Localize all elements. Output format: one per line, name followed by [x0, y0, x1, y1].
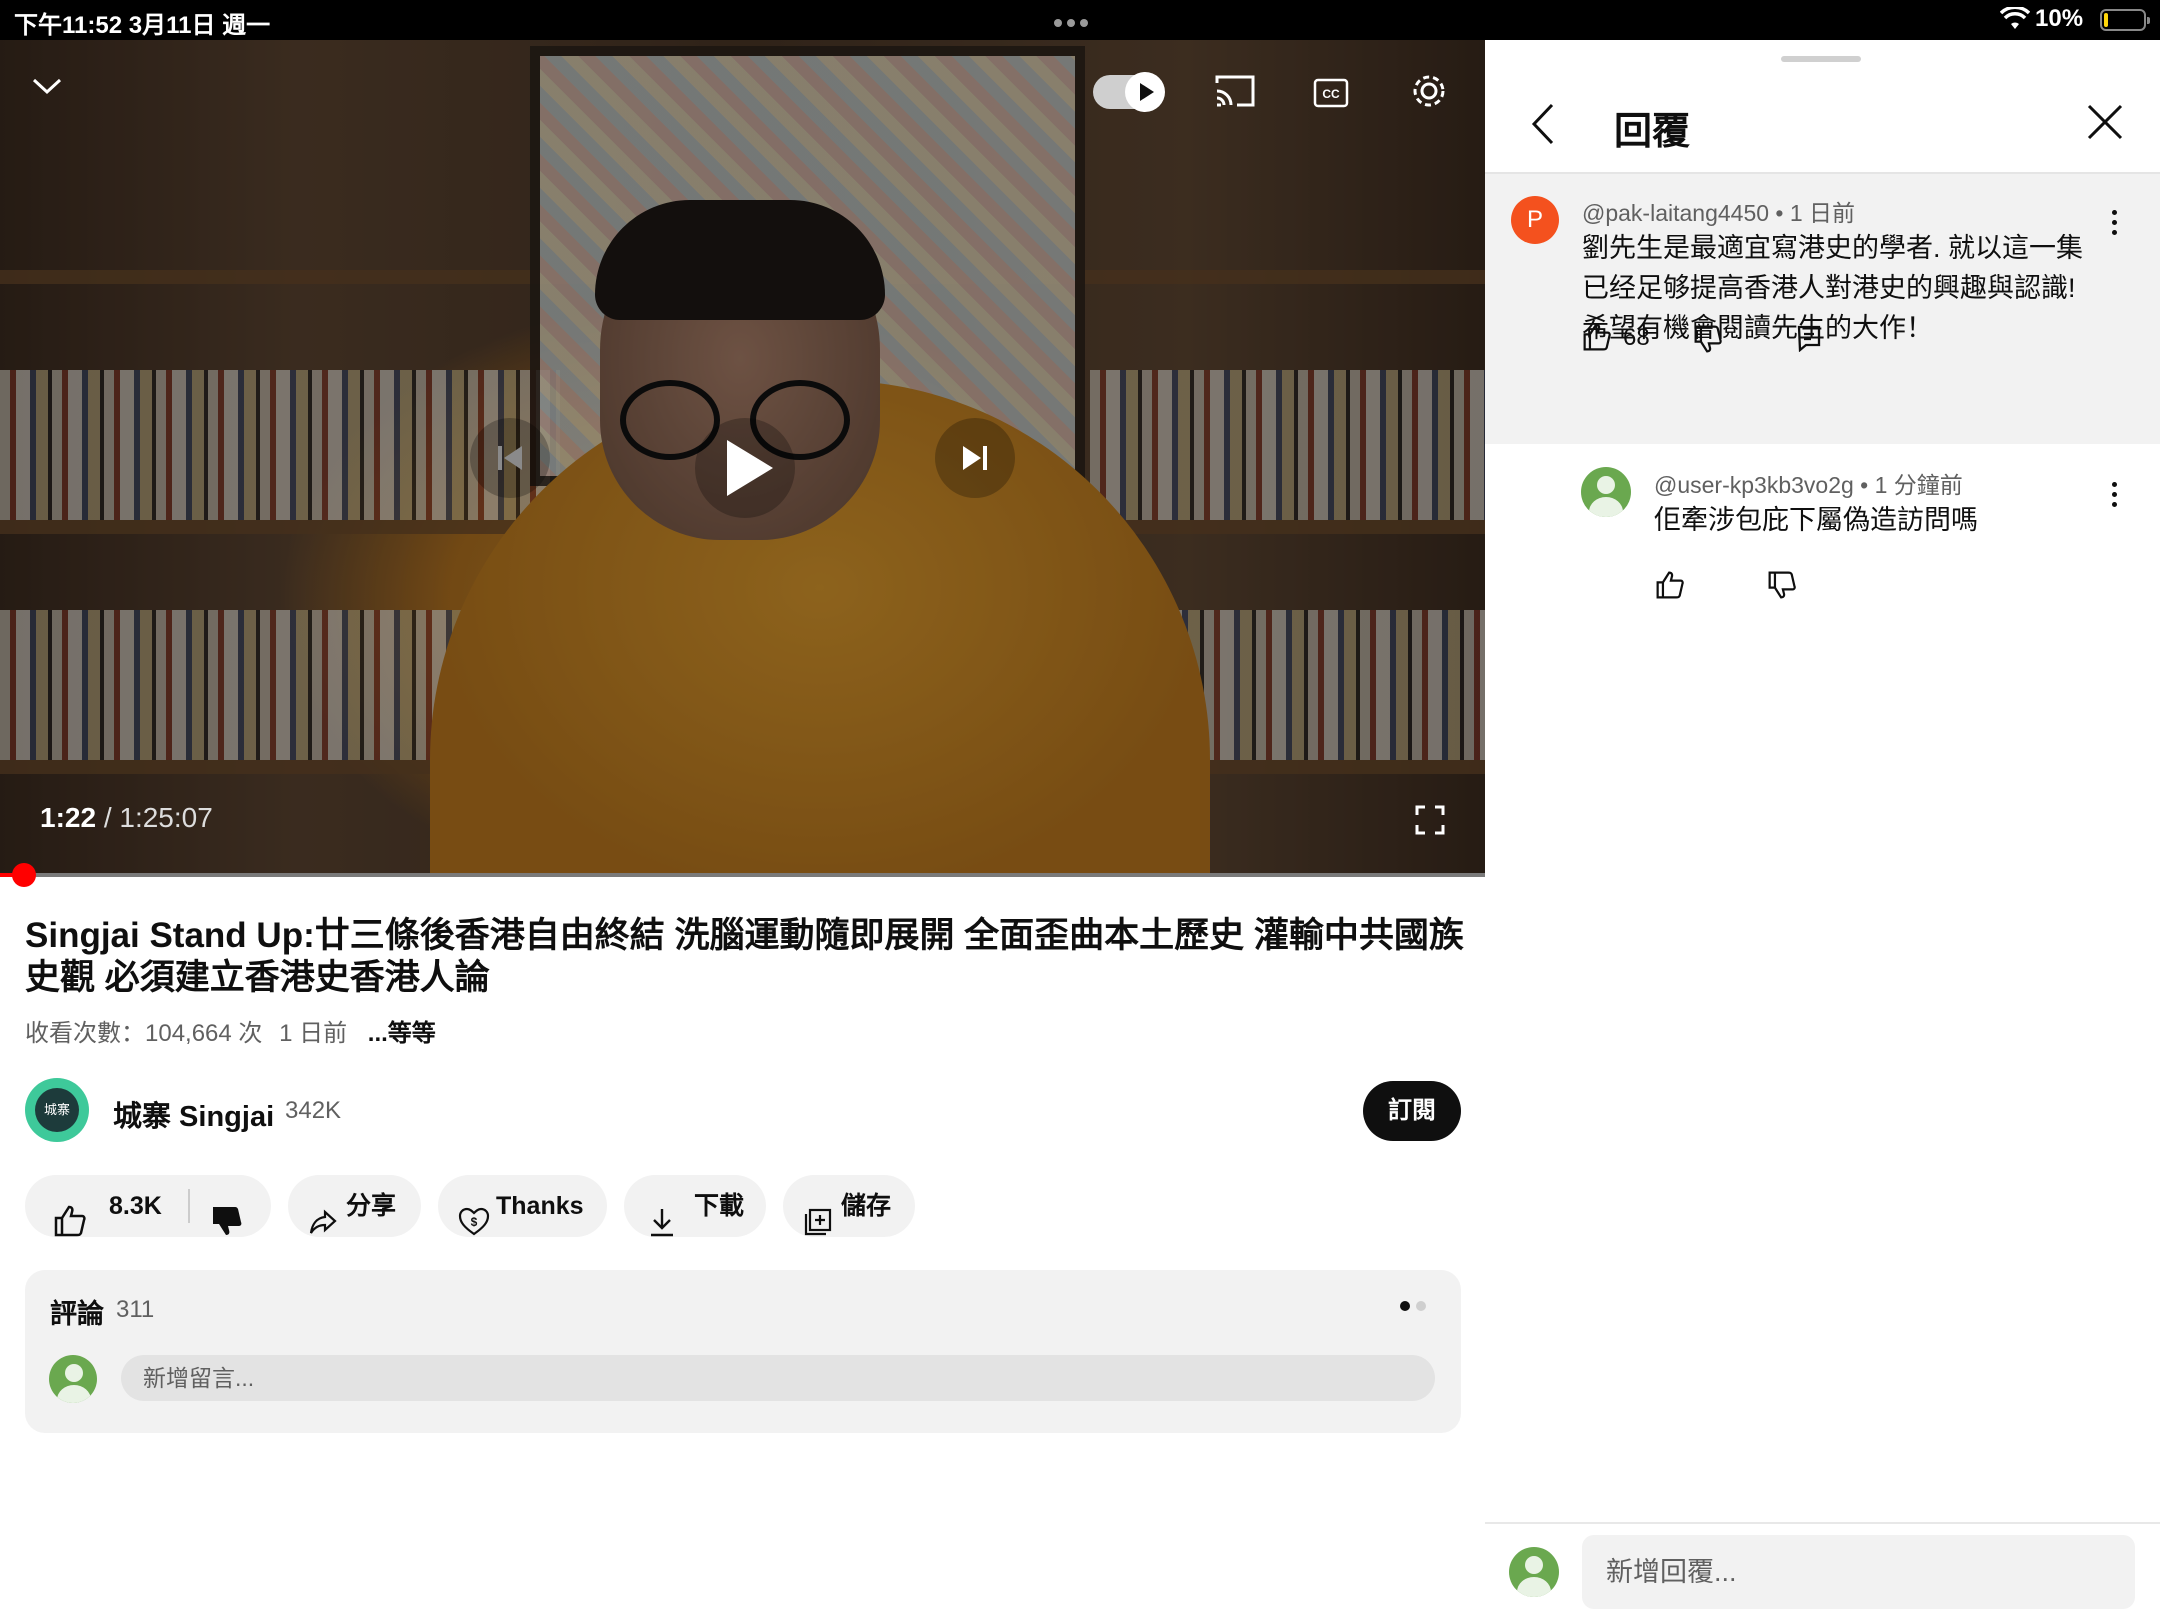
battery-percentage: 10%	[2035, 5, 2084, 32]
replies-panel: 回覆 P @pak-laitang4450 • 1 日前 劉先生是最適宜寫港史的…	[1485, 40, 2160, 1620]
thumbs-down-icon[interactable]	[1693, 324, 1723, 359]
video-player[interactable]: CC 1:22 / 1:25:07	[0, 40, 1485, 875]
autoplay-toggle[interactable]	[1093, 72, 1165, 112]
comments-card[interactable]: 評論 311 新增留言...	[25, 1270, 1461, 1433]
channel-logo: 城寨	[35, 1088, 79, 1132]
reply-input-divider	[1485, 1522, 2160, 1524]
super-thanks-heart-icon: $	[458, 1190, 490, 1252]
fullscreen-icon[interactable]	[1415, 805, 1445, 840]
progress-scrubber-handle[interactable]	[12, 863, 36, 887]
more-description-link[interactable]: ...等等	[368, 1020, 436, 1047]
video-title[interactable]: Singjai Stand Up:廿三條後香港自由終結 洗腦運動隨即展開 全面歪…	[25, 915, 1465, 999]
reply-text: 佢牽涉包庇下屬偽造訪問嗎	[1654, 505, 1978, 535]
upload-age: 1 日前	[279, 1020, 348, 1047]
share-label: 分享	[346, 1192, 397, 1220]
back-chevron-icon[interactable]	[1528, 102, 1558, 151]
save-playlist-icon	[803, 1190, 833, 1252]
thumbs-up-icon[interactable]	[1582, 322, 1612, 357]
autoplay-play-icon	[1125, 72, 1165, 112]
like-count[interactable]: 8.3K	[109, 1175, 162, 1237]
panel-title: 回覆	[1614, 111, 1691, 153]
save-label: 儲存	[841, 1192, 892, 1220]
parent-comment: P @pak-laitang4450 • 1 日前 劉先生是最適宜寫港史的學者.…	[1485, 174, 2160, 444]
next-video-icon[interactable]	[935, 418, 1015, 498]
share-button[interactable]: 分享	[288, 1175, 421, 1237]
comments-count: 311	[116, 1296, 155, 1323]
play-icon[interactable]	[695, 418, 795, 518]
channel-name[interactable]: 城寨 Singjai	[113, 1093, 274, 1135]
drag-handle[interactable]	[1781, 56, 1861, 62]
reply-author[interactable]: @user-kp3kb3vo2g • 1 分鐘前	[1654, 466, 1963, 500]
video-duration: / 1:25:07	[103, 802, 213, 833]
battery-icon	[2100, 9, 2150, 31]
thumbs-down-icon[interactable]	[1767, 570, 1797, 605]
svg-text:CC: CC	[1322, 87, 1340, 101]
svg-text:$: $	[471, 1215, 478, 1229]
time-display: 1:22 / 1:25:07	[40, 802, 213, 834]
current-time: 1:22	[40, 802, 97, 833]
channel-avatar[interactable]: 城寨	[25, 1078, 89, 1142]
comment-text: 劉先生是最適宜寫港史的學者. 就以這一集已经足够提高香港人對港史的興趣與認識!希…	[1582, 233, 2084, 343]
captions-cc-icon[interactable]: CC	[1313, 78, 1349, 113]
settings-gear-icon[interactable]	[1408, 70, 1450, 117]
minimize-chevron-icon[interactable]	[30, 75, 64, 102]
user-avatar	[1509, 1547, 1559, 1597]
share-arrow-icon	[308, 1190, 338, 1252]
thanks-button[interactable]: $ Thanks	[438, 1175, 607, 1237]
add-comment-input[interactable]: 新增留言...	[121, 1355, 1435, 1401]
status-bar: 下午11:52 3月11日 週一 10%	[0, 0, 2160, 40]
add-reply-input[interactable]: 新增回覆...	[1582, 1535, 2135, 1609]
reply-comment-icon[interactable]	[1796, 324, 1822, 357]
wifi-icon	[2000, 7, 2030, 29]
like-separator	[188, 1189, 190, 1223]
thanks-label: Thanks	[496, 1192, 584, 1220]
more-options-kebab-icon[interactable]	[2112, 482, 2118, 512]
progress-bar-track[interactable]	[0, 873, 1485, 877]
thumbs-up-icon[interactable]	[53, 1189, 87, 1251]
thumbs-up-icon[interactable]	[1655, 570, 1685, 605]
download-button[interactable]: 下載	[624, 1175, 766, 1237]
comment-author[interactable]: @pak-laitang4450 • 1 日前	[1582, 194, 1855, 228]
more-options-kebab-icon[interactable]	[2112, 210, 2118, 240]
status-time: 下午11:52 3月11日 週一	[14, 12, 271, 39]
subscribe-button[interactable]: 訂閱	[1363, 1081, 1461, 1141]
previous-video-icon[interactable]	[470, 418, 550, 498]
like-dislike-pill: 8.3K	[25, 1175, 271, 1237]
view-count: 收看次數：104,664 次	[25, 1020, 263, 1047]
download-icon	[648, 1190, 676, 1252]
user-avatar	[49, 1355, 97, 1403]
carousel-dots	[1400, 1298, 1432, 1316]
comments-title: 評論	[50, 1299, 104, 1329]
thumbs-down-icon[interactable]	[210, 1189, 244, 1251]
cast-icon[interactable]	[1213, 73, 1257, 114]
save-button[interactable]: 儲存	[783, 1175, 915, 1237]
download-label: 下載	[694, 1192, 745, 1220]
comment-like-count: 68	[1623, 324, 1650, 351]
close-icon[interactable]	[2085, 102, 2125, 147]
commenter-avatar[interactable]: P	[1511, 196, 1559, 244]
reply-author-avatar[interactable]	[1581, 467, 1631, 517]
subscriber-count: 342K	[285, 1097, 342, 1124]
multitasking-dots-icon[interactable]	[1054, 14, 1093, 32]
video-metadata[interactable]: 收看次數：104,664 次 1 日前 ...等等	[25, 1013, 436, 1048]
